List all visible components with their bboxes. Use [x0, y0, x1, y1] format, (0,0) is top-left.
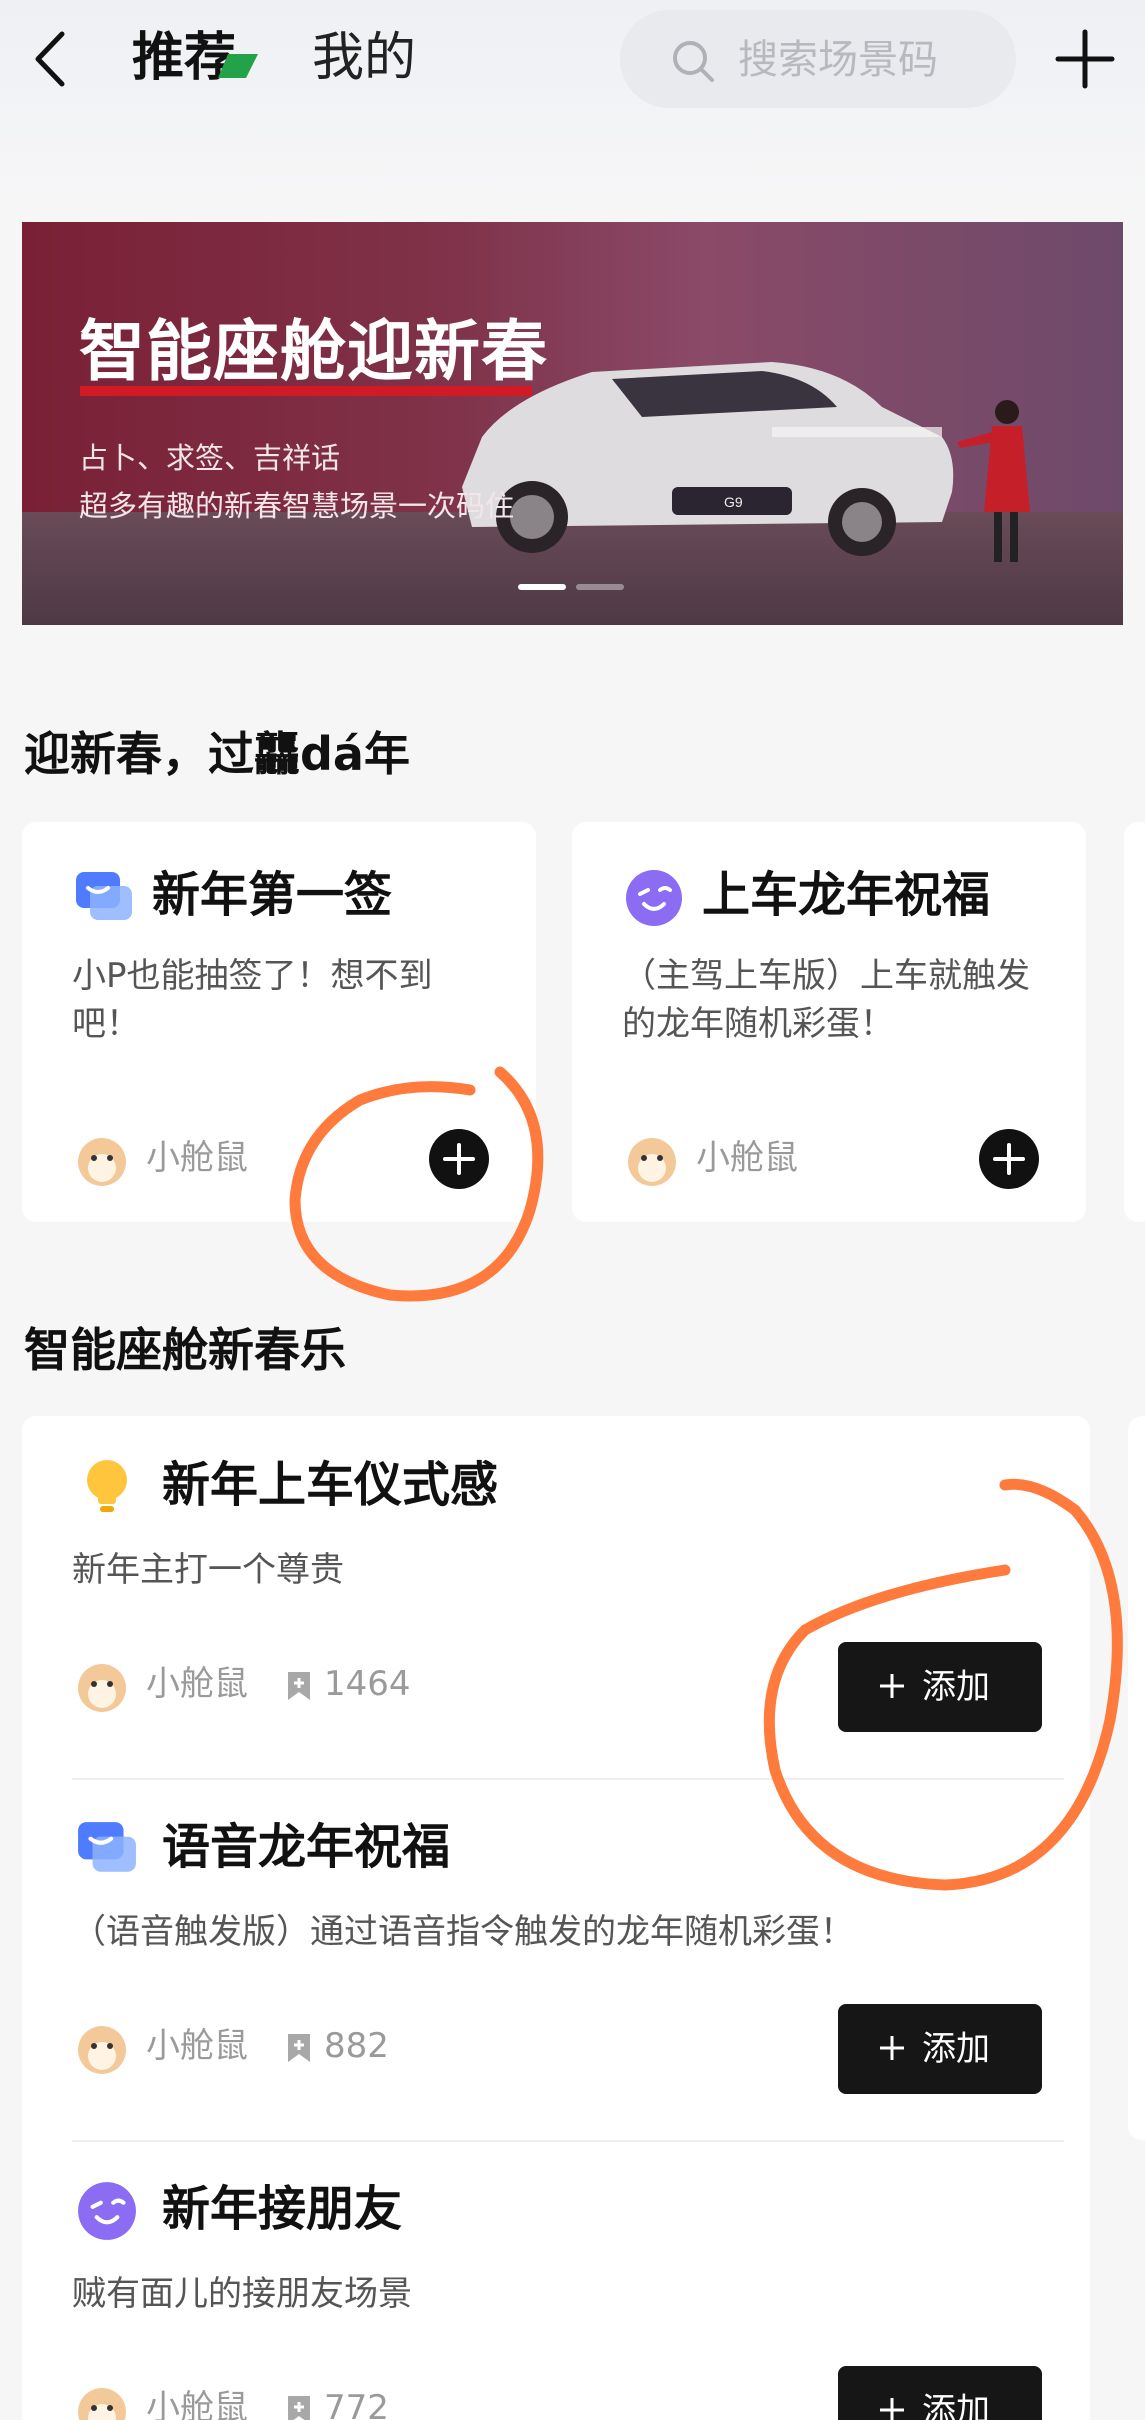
item-description: 贼有面儿的接朋友场景	[72, 2274, 412, 2314]
add-button[interactable]: 添加	[838, 2004, 1042, 2094]
page: 推荐 我的 搜索场景码 G9 智能座舱迎新春 占卜、求签、吉祥话 超多有趣的新春…	[0, 0, 1145, 2420]
add-button[interactable]: 添加	[838, 1642, 1042, 1732]
wink-face-icon	[626, 870, 682, 926]
bookmark-icon	[288, 1672, 310, 1700]
add-button-label: 添加	[922, 2391, 990, 2420]
item-description: （语音触发版）通过语音指令触发的龙年随机彩蛋！	[72, 1912, 854, 1952]
author-name: 小舱鼠	[696, 1138, 798, 1178]
item-description: 新年主打一个尊贵	[72, 1550, 344, 1590]
hamster-avatar-icon	[628, 1138, 676, 1186]
scene-card[interactable]: 上车龙年祝福 （主驾上车版）上车就触发的龙年随机彩蛋！ 小舱鼠	[572, 822, 1086, 1222]
promo-banner[interactable]: G9 智能座舱迎新春 占卜、求签、吉祥话 超多有趣的新春智慧场景一次码住	[22, 222, 1123, 625]
author-name: 小舱鼠	[146, 1138, 248, 1178]
carousel-dot	[576, 584, 624, 590]
plus-icon	[880, 2036, 904, 2060]
card-title: 上车龙年祝福	[702, 867, 991, 923]
search-placeholder: 搜索场景码	[738, 37, 938, 83]
banner-subtitle-1: 占卜、求签、吉祥话	[79, 441, 341, 475]
car-badge: G9	[724, 494, 743, 510]
hamster-avatar-icon	[78, 2026, 126, 2074]
section-title-new-year: 迎新春，过龘dá年	[24, 727, 410, 781]
banner-title-underline	[80, 386, 532, 396]
author-name: 小舱鼠	[146, 2026, 248, 2066]
hamster-avatar-icon	[78, 1138, 126, 1186]
add-button-label: 添加	[922, 1667, 990, 1707]
list-item[interactable]: 新年上车仪式感 新年主打一个尊贵 小舱鼠 1464 添加	[22, 1416, 1090, 1778]
hamster-avatar-icon	[78, 1664, 126, 1712]
bookmark-icon	[288, 2034, 310, 2062]
section-title-cabin: 智能座舱新春乐	[24, 1323, 346, 1377]
add-button-label: 添加	[922, 2029, 990, 2069]
plus-icon	[880, 2398, 904, 2420]
next-card-peek[interactable]	[1124, 822, 1145, 1222]
banner-title: 智能座舱迎新春	[79, 313, 548, 390]
chat-bubble-icon	[78, 1822, 136, 1872]
back-arrow-icon[interactable]	[18, 24, 88, 94]
add-plus-icon[interactable]	[1054, 28, 1116, 90]
author-name: 小舱鼠	[146, 1664, 248, 1704]
item-title: 新年上车仪式感	[162, 1457, 499, 1513]
card-description: 小P也能抽签了！想不到吧！	[72, 956, 433, 1044]
search-icon	[673, 41, 714, 82]
person-image	[957, 400, 1030, 562]
scene-list: 新年上车仪式感 新年主打一个尊贵 小舱鼠 1464 添加 语音龙年祝福 （语音触…	[22, 1416, 1090, 2420]
list-item[interactable]: 语音龙年祝福 （语音触发版）通过语音指令触发的龙年随机彩蛋！ 小舱鼠 882 添…	[22, 1778, 1090, 2140]
next-list-peek[interactable]	[1128, 1416, 1145, 2140]
card-description: （主驾上车版）上车就触发的龙年随机彩蛋！	[622, 956, 1030, 1044]
list-item[interactable]: 新年接朋友 贼有面儿的接朋友场景 小舱鼠 772 添加	[22, 2140, 1090, 2420]
add-circle-icon[interactable]	[428, 1128, 490, 1190]
hamster-avatar-icon	[78, 2388, 126, 2420]
tab-mine[interactable]: 我的	[312, 26, 416, 90]
add-circle-icon[interactable]	[978, 1128, 1040, 1190]
carousel-dot-active	[518, 584, 566, 590]
bookmark-icon	[288, 2396, 310, 2420]
lightbulb-icon	[87, 1460, 127, 1512]
plus-icon	[880, 1674, 904, 1698]
save-count: 882	[324, 2026, 389, 2066]
save-count: 1464	[324, 1664, 411, 1704]
card-title: 新年第一签	[152, 867, 393, 923]
item-title: 语音龙年祝福	[162, 1819, 451, 1875]
top-nav: 推荐 我的 搜索场景码	[0, 0, 1145, 130]
add-button[interactable]: 添加	[838, 2366, 1042, 2420]
scene-card[interactable]: 新年第一签 小P也能抽签了！想不到吧！ 小舱鼠	[22, 822, 536, 1222]
chat-bubble-icon	[76, 872, 132, 920]
active-tab-indicator-icon	[218, 54, 258, 78]
author-name: 小舱鼠	[146, 2388, 248, 2420]
save-count: 772	[324, 2388, 389, 2420]
wink-face-icon	[78, 2182, 136, 2240]
item-title: 新年接朋友	[162, 2181, 403, 2237]
search-input[interactable]: 搜索场景码	[620, 10, 1016, 108]
banner-subtitle-2: 超多有趣的新春智慧场景一次码住	[79, 489, 515, 523]
